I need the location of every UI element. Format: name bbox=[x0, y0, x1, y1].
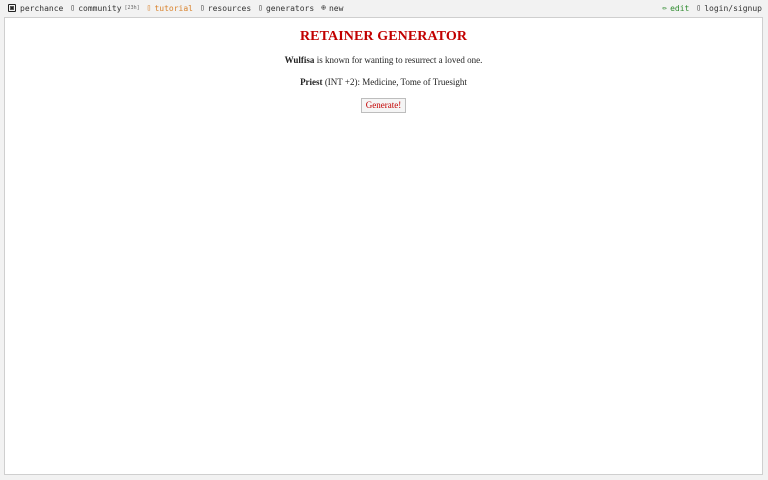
nav-perchance[interactable]: perchance bbox=[8, 4, 63, 13]
pencil-icon: ✏ bbox=[662, 3, 668, 12]
top-navigation-bar: perchance ▯ community [23h] ▯ tutorial ▯… bbox=[0, 0, 768, 16]
nav-left: perchance ▯ community [23h] ▯ tutorial ▯… bbox=[8, 4, 350, 13]
page-title: RETAINER GENERATOR bbox=[299, 29, 468, 44]
nav-resources[interactable]: ▯ resources bbox=[200, 4, 251, 13]
nav-right: ✏ edit ▯ login/signup bbox=[662, 4, 762, 13]
nav-new[interactable]: ⊕ new bbox=[321, 4, 343, 13]
generate-button[interactable]: Generate! bbox=[360, 98, 407, 113]
retainer-motive: is known for wanting to resurrect a love… bbox=[316, 55, 483, 65]
nav-label: tutorial bbox=[154, 3, 193, 13]
nav-tutorial[interactable]: ▯ tutorial bbox=[147, 4, 193, 13]
nav-label: new bbox=[328, 3, 344, 13]
nav-label: generators bbox=[265, 3, 315, 13]
nav-label: edit bbox=[670, 3, 690, 13]
retainer-name: Wulfisa bbox=[284, 55, 315, 65]
retainer-class: Priest bbox=[300, 77, 323, 87]
nav-login-signup[interactable]: ▯ login/signup bbox=[696, 4, 762, 13]
community-count: [23h] bbox=[124, 5, 140, 11]
retainer-motive-line: Wulfisa is known for wanting to resurrec… bbox=[5, 55, 762, 65]
plus-circle-icon: ⊕ bbox=[321, 3, 326, 12]
nav-label: login/signup bbox=[704, 3, 762, 13]
nav-label: community bbox=[78, 3, 122, 13]
generators-icon: ▯ bbox=[258, 3, 263, 12]
nav-edit[interactable]: ✏ edit bbox=[662, 4, 689, 13]
generator-frame: RETAINER GENERATOR Wulfisa is known for … bbox=[4, 17, 763, 475]
nav-community[interactable]: ▯ community [23h] bbox=[70, 4, 139, 13]
generator-content: RETAINER GENERATOR Wulfisa is known for … bbox=[5, 18, 762, 113]
nav-label: resources bbox=[207, 3, 252, 13]
book-icon: ▯ bbox=[146, 3, 152, 12]
nav-generators[interactable]: ▯ generators bbox=[258, 4, 314, 13]
retainer-class-detail: (INT +2): Medicine, Tome of Truesight bbox=[324, 77, 467, 87]
chat-icon: ▯ bbox=[70, 3, 76, 12]
retainer-class-line: Priest (INT +2): Medicine, Tome of Trues… bbox=[5, 77, 762, 87]
resources-icon: ▯ bbox=[199, 3, 205, 12]
user-icon: ▯ bbox=[696, 3, 702, 12]
nav-label: perchance bbox=[20, 3, 64, 13]
dice-icon bbox=[8, 4, 16, 12]
